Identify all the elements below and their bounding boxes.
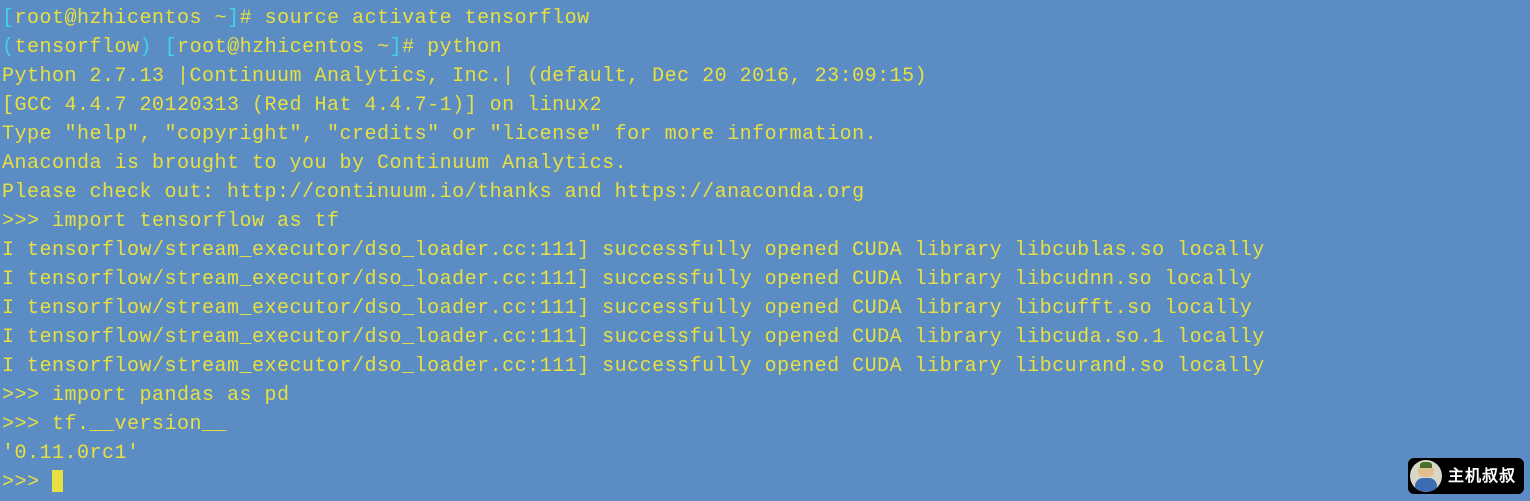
- output-line: Python 2.7.13 |Continuum Analytics, Inc.…: [2, 62, 1528, 91]
- repl-line: >>> import tensorflow as tf: [2, 207, 1528, 236]
- shell-prompt: root@hzhicentos ~: [15, 7, 228, 30]
- shell-line: (tensorflow) [root@hzhicentos ~]# python: [2, 33, 1528, 62]
- shell-command: python: [427, 36, 502, 59]
- hash: #: [402, 36, 427, 59]
- repl-line: >>> import pandas as pd: [2, 381, 1528, 410]
- python-prompt: >>>: [2, 471, 52, 494]
- output-line: Anaconda is brought to you by Continuum …: [2, 149, 1528, 178]
- terminal-cursor[interactable]: [52, 470, 63, 492]
- python-prompt: >>>: [2, 210, 52, 233]
- bracket-close: ]: [227, 7, 240, 30]
- shell-command: source activate tensorflow: [265, 7, 590, 30]
- output-line: I tensorflow/stream_executor/dso_loader.…: [2, 294, 1528, 323]
- python-prompt: >>>: [2, 413, 52, 436]
- watermark-avatar-icon: [1410, 460, 1442, 492]
- bracket-close: ]: [390, 36, 403, 59]
- watermark-badge: 主机叔叔: [1408, 458, 1524, 494]
- bracket-open: [: [2, 7, 15, 30]
- output-line: [GCC 4.4.7 20120313 (Red Hat 4.4.7-1)] o…: [2, 91, 1528, 120]
- output-line: I tensorflow/stream_executor/dso_loader.…: [2, 265, 1528, 294]
- conda-env: tensorflow: [15, 36, 140, 59]
- output-line: I tensorflow/stream_executor/dso_loader.…: [2, 236, 1528, 265]
- python-command: import pandas as pd: [52, 384, 290, 407]
- python-prompt: >>>: [2, 384, 52, 407]
- terminal-window[interactable]: [root@hzhicentos ~]# source activate ten…: [0, 0, 1530, 501]
- output-line: I tensorflow/stream_executor/dso_loader.…: [2, 352, 1528, 381]
- watermark-text: 主机叔叔: [1448, 462, 1516, 491]
- repl-line: >>>: [2, 468, 1528, 497]
- output-line: Type "help", "copyright", "credits" or "…: [2, 120, 1528, 149]
- repl-line: >>> tf.__version__: [2, 410, 1528, 439]
- bracket-open: [: [165, 36, 178, 59]
- python-command: tf.__version__: [52, 413, 227, 436]
- shell-prompt: root@hzhicentos ~: [177, 36, 390, 59]
- output-line: Please check out: http://continuum.io/th…: [2, 178, 1528, 207]
- python-command: import tensorflow as tf: [52, 210, 340, 233]
- paren-close: ): [140, 36, 165, 59]
- hash: #: [240, 7, 265, 30]
- shell-line: [root@hzhicentos ~]# source activate ten…: [2, 4, 1528, 33]
- output-line: I tensorflow/stream_executor/dso_loader.…: [2, 323, 1528, 352]
- paren-open: (: [2, 36, 15, 59]
- output-line: '0.11.0rc1': [2, 439, 1528, 468]
